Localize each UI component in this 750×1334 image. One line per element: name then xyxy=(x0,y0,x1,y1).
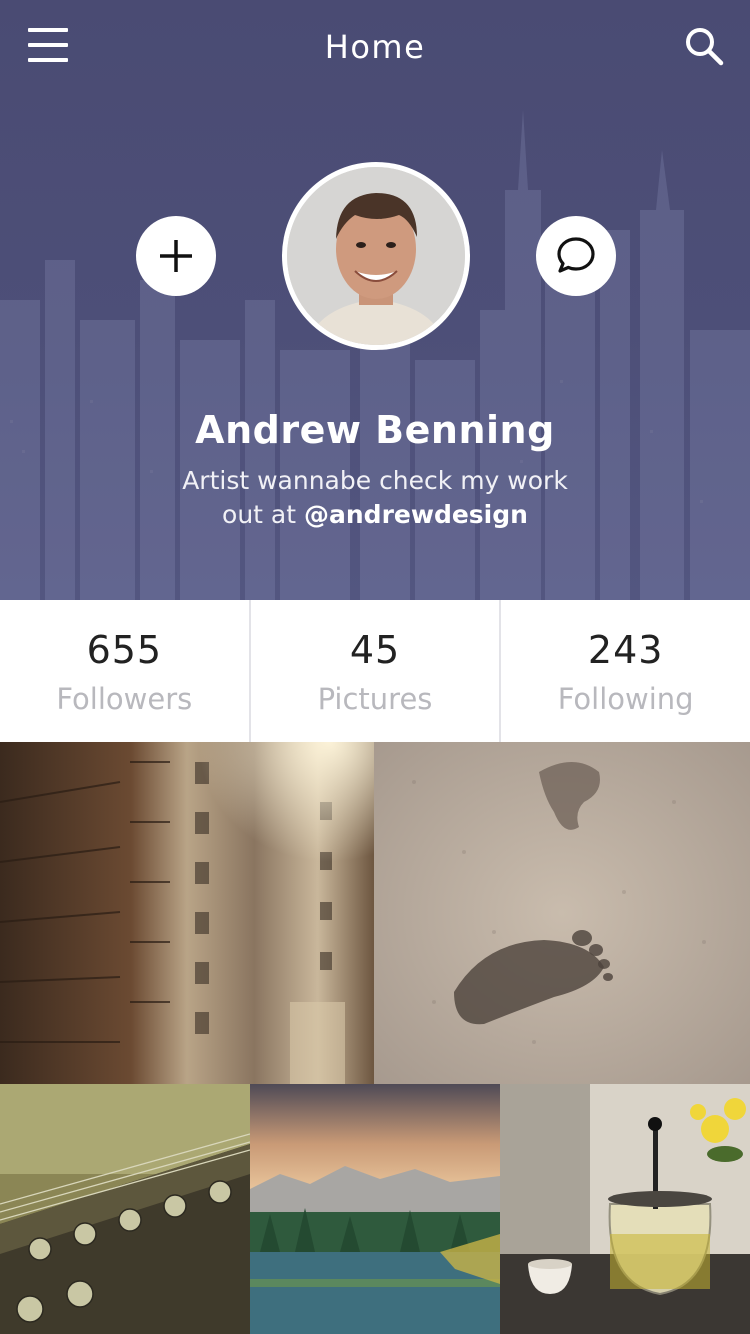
chat-bubble-icon xyxy=(557,237,595,273)
profile-header: Home Andrew Benning Artist wannabe check… xyxy=(0,0,750,600)
profile-handle-link[interactable]: @andrewdesign xyxy=(304,500,528,529)
profile-bio: Artist wannabe check my work out at @and… xyxy=(0,464,750,532)
top-bar: Home xyxy=(0,0,750,95)
stat-value: 45 xyxy=(349,628,401,672)
plus-icon xyxy=(160,240,192,272)
profile-name: Andrew Benning xyxy=(195,408,555,452)
stat-pictures[interactable]: 45 Pictures xyxy=(251,600,502,742)
page-title: Home xyxy=(324,28,426,66)
gallery-photo-footprints[interactable] xyxy=(374,742,750,1084)
gallery-photo-teapot[interactable] xyxy=(500,1084,750,1334)
message-button[interactable] xyxy=(536,216,616,296)
add-button[interactable] xyxy=(136,216,216,296)
bio-line-1: Artist wannabe check my work xyxy=(182,466,568,495)
stat-following[interactable]: 243 Following xyxy=(501,600,750,742)
profile-stats: 655 Followers 45 Pictures 243 Following xyxy=(0,600,750,742)
stat-label: Following xyxy=(557,682,694,716)
search-icon[interactable] xyxy=(684,26,724,66)
avatar-photo xyxy=(287,167,465,345)
stat-value: 243 xyxy=(587,628,664,672)
bio-line-2: out at @andrewdesign xyxy=(0,498,750,532)
stat-followers[interactable]: 655 Followers xyxy=(0,600,251,742)
gallery-photo-landscape[interactable] xyxy=(250,1084,500,1334)
stat-value: 655 xyxy=(86,628,163,672)
avatar[interactable] xyxy=(282,162,470,350)
stat-label: Followers xyxy=(56,682,193,716)
gallery-photo-buildings[interactable] xyxy=(0,742,374,1084)
stat-label: Pictures xyxy=(317,682,433,716)
bio-line-2-prefix: out at xyxy=(222,500,304,529)
gallery-photo-guitar[interactable] xyxy=(0,1084,250,1334)
photo-gallery xyxy=(0,742,750,1334)
